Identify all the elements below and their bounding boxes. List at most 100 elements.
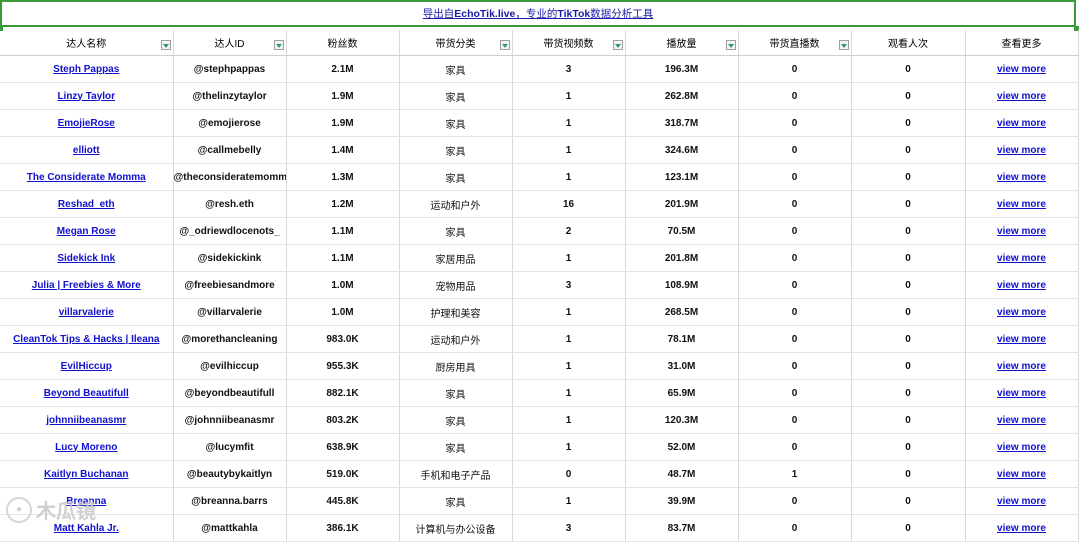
fans-count-cell: 1.9M: [286, 82, 400, 110]
view-more-link-cell: view more: [965, 514, 1079, 542]
category-cell: 家居用品: [399, 244, 513, 272]
creator-id-cell: @mattkahla: [173, 514, 287, 542]
creator-name-link[interactable]: Kaitlyn Buchanan: [44, 469, 128, 480]
table-row: Steph Pappas @stephpappas 2.1M 家具 3 196.3M 0 0 v…: [0, 55, 1079, 83]
play-count-cell: 48.7M: [625, 460, 739, 488]
live-count-cell: 0: [738, 406, 852, 434]
header-id: 达人ID: [173, 30, 287, 56]
table-row: The Considerate Momma @theconsideratemomm…: [0, 163, 1079, 191]
banner-site[interactable]: EchoTik.live: [454, 8, 515, 20]
filter-dropdown-icon[interactable]: [838, 40, 849, 50]
fans-count-cell: 1.9M: [286, 109, 400, 137]
banner-prefix: 导出自: [422, 8, 455, 20]
view-more-link[interactable]: view more: [997, 361, 1046, 372]
view-more-link-cell: view more: [965, 352, 1079, 380]
creator-name-link[interactable]: Beyond Beautifull: [44, 388, 129, 399]
video-count-cell: 16: [512, 190, 626, 218]
creator-name-link[interactable]: Megan Rose: [57, 226, 116, 237]
view-more-link-cell: view more: [965, 55, 1079, 83]
view-more-link[interactable]: view more: [997, 469, 1046, 480]
header-lives: 带货直播数: [738, 30, 852, 56]
filter-dropdown-icon[interactable]: [160, 40, 171, 50]
view-more-link-cell: view more: [965, 136, 1079, 164]
play-count-cell: 120.3M: [625, 406, 739, 434]
creator-name-link[interactable]: Reshad_eth: [58, 199, 115, 210]
live-count-cell: 0: [738, 487, 852, 515]
creator-name-link-cell: Beyond Beautifull: [0, 379, 174, 407]
live-count-cell: 0: [738, 217, 852, 245]
view-more-link[interactable]: view more: [997, 64, 1046, 75]
creator-name-link[interactable]: The Considerate Momma: [27, 172, 146, 183]
creator-name-link[interactable]: CleanTok Tips & Hacks | Ileana: [13, 334, 159, 345]
creator-name-link[interactable]: Breanna: [66, 496, 106, 507]
viewer-count-cell: 0: [851, 433, 966, 461]
view-more-link[interactable]: view more: [997, 415, 1046, 426]
creator-name-link[interactable]: Julia | Freebies & More: [32, 280, 141, 291]
viewer-count-cell: 0: [851, 325, 966, 353]
view-more-link[interactable]: view more: [997, 172, 1046, 183]
filter-dropdown-icon[interactable]: [499, 40, 510, 50]
creator-name-link[interactable]: Steph Pappas: [53, 64, 119, 75]
view-more-link[interactable]: view more: [997, 307, 1046, 318]
creator-name-link[interactable]: Lucy Moreno: [55, 442, 117, 453]
creator-id-cell: @resh.eth: [173, 190, 287, 218]
view-more-link[interactable]: view more: [997, 496, 1046, 507]
creator-name-link-cell: Reshad_eth: [0, 190, 174, 218]
play-count-cell: 318.7M: [625, 109, 739, 137]
live-count-cell: 0: [738, 244, 852, 272]
creator-name-link[interactable]: villarvalerie: [59, 307, 114, 318]
view-more-link-cell: view more: [965, 271, 1079, 299]
live-count-cell: 0: [738, 163, 852, 191]
live-count-cell: 0: [738, 298, 852, 326]
creator-id-cell: @evilhiccup: [173, 352, 287, 380]
play-count-cell: 70.5M: [625, 217, 739, 245]
view-more-link[interactable]: view more: [997, 91, 1046, 102]
creator-name-link[interactable]: Sidekick Ink: [57, 253, 115, 264]
fans-count-cell: 1.1M: [286, 217, 400, 245]
view-more-link-cell: view more: [965, 406, 1079, 434]
view-more-link[interactable]: view more: [997, 280, 1046, 291]
live-count-cell: 0: [738, 82, 852, 110]
fans-count-cell: 638.9K: [286, 433, 400, 461]
video-count-cell: 1: [512, 379, 626, 407]
category-cell: 家具: [399, 433, 513, 461]
view-more-link[interactable]: view more: [997, 334, 1046, 345]
creator-id-cell: @theconsideratemomma: [173, 163, 287, 191]
creator-id-cell: @breanna.barrs: [173, 487, 287, 515]
video-count-cell: 1: [512, 163, 626, 191]
category-cell: 家具: [399, 82, 513, 110]
view-more-link[interactable]: view more: [997, 388, 1046, 399]
creator-name-link[interactable]: EmojieRose: [58, 118, 115, 129]
filter-dropdown-icon[interactable]: [612, 40, 623, 50]
filter-dropdown-icon[interactable]: [725, 40, 736, 50]
header-more: 查看更多: [965, 30, 1079, 56]
creator-name-link[interactable]: Linzy Taylor: [57, 91, 115, 102]
filter-dropdown-icon[interactable]: [273, 40, 284, 50]
table-row: johnniibeanasmr @johnniibeanasmr 803.2K 家具 1…: [0, 406, 1079, 434]
view-more-link[interactable]: view more: [997, 199, 1046, 210]
view-more-link[interactable]: view more: [997, 253, 1046, 264]
header-videos: 带货视频数: [512, 30, 626, 56]
view-more-link[interactable]: view more: [997, 523, 1046, 534]
category-cell: 运动和户外: [399, 190, 513, 218]
creator-name-link-cell: Kaitlyn Buchanan: [0, 460, 174, 488]
view-more-link[interactable]: view more: [997, 145, 1046, 156]
creator-id-cell: @thelinzytaylor: [173, 82, 287, 110]
video-count-cell: 3: [512, 55, 626, 83]
category-cell: 家具: [399, 487, 513, 515]
header-viewers: 观看人次: [851, 30, 966, 56]
creator-name-link[interactable]: johnniibeanasmr: [46, 415, 126, 426]
export-banner[interactable]: 导出自 EchoTik.live ，专业的 TikTok 数据分析工具: [0, 0, 1076, 27]
live-count-cell: 0: [738, 352, 852, 380]
live-count-cell: 0: [738, 271, 852, 299]
view-more-link[interactable]: view more: [997, 442, 1046, 453]
header-category: 带货分类: [399, 30, 513, 56]
creator-name-link[interactable]: Matt Kahla Jr.: [54, 523, 119, 534]
table-row: EmojieRose @emojierose 1.9M 家具 1 318.7M 0 0 view…: [0, 109, 1079, 137]
creator-name-link[interactable]: elliott: [73, 145, 100, 156]
creator-id-cell: @callmebelly: [173, 136, 287, 164]
video-count-cell: 1: [512, 325, 626, 353]
view-more-link[interactable]: view more: [997, 226, 1046, 237]
creator-name-link[interactable]: EvilHiccup: [61, 361, 112, 372]
view-more-link[interactable]: view more: [997, 118, 1046, 129]
